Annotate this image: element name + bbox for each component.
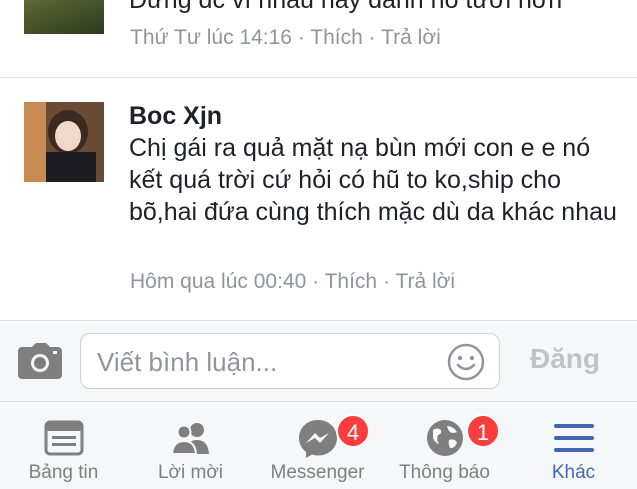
tab-bar: Bảng tin Lời mời 4 Messenger 1 Thông báo… [0, 402, 637, 489]
tab-friend-requests[interactable]: Lời mời [127, 402, 254, 489]
menu-icon [552, 416, 596, 460]
comment-time[interactable]: Hôm qua lúc 00:40 [130, 270, 306, 293]
like-link[interactable]: Thích [310, 26, 363, 49]
tab-label: Thông báo [399, 462, 490, 483]
notifications-badge: 1 [466, 414, 500, 448]
comment-meta: Hôm qua lúc 00:40 · Thích · Trả lời [130, 270, 456, 293]
like-link[interactable]: Thích [325, 270, 378, 293]
avatar[interactable] [24, 0, 104, 34]
comment-time[interactable]: Thứ Tư lúc 14:16 [130, 26, 292, 49]
avatar[interactable] [24, 102, 104, 182]
tab-label: Messenger [270, 462, 365, 483]
tab-more[interactable]: Khác [510, 402, 637, 489]
divider [0, 77, 637, 78]
tab-notifications[interactable]: 1 Thông báo [381, 402, 508, 489]
tab-label: Bảng tin [28, 462, 99, 483]
comment-input-box[interactable] [80, 333, 500, 389]
messenger-badge: 4 [336, 414, 370, 448]
tab-label: Lời mời [157, 462, 224, 483]
comment-author[interactable]: Boc Xjn [129, 100, 617, 132]
messenger-icon [296, 416, 340, 460]
comment-text: Chị gái ra quả mặt nạ bùn mới con e e nó… [129, 134, 617, 226]
post-button[interactable]: Đăng [530, 343, 600, 375]
emoji-icon[interactable] [447, 343, 485, 381]
reply-link[interactable]: Trả lời [381, 26, 441, 49]
comment-body: Boc Xjn Chị gái ra quả mặt nạ bùn mới co… [129, 100, 617, 228]
globe-icon [423, 416, 467, 460]
news-feed-icon [42, 416, 86, 460]
tab-label: Khác [551, 462, 596, 483]
comment-text: Đừng dc vì nhau hay đánh nó tươi hơn [129, 0, 563, 14]
tab-messenger[interactable]: 4 Messenger [254, 402, 381, 489]
comment-meta: Thứ Tư lúc 14:16 · Thích · Trả lời [130, 26, 441, 49]
comment-composer: Đăng [0, 320, 637, 402]
reply-link[interactable]: Trả lời [395, 270, 455, 293]
tab-news-feed[interactable]: Bảng tin [0, 402, 127, 489]
comment-input[interactable] [95, 342, 439, 382]
camera-icon[interactable] [18, 343, 62, 379]
friend-requests-icon [169, 416, 213, 460]
